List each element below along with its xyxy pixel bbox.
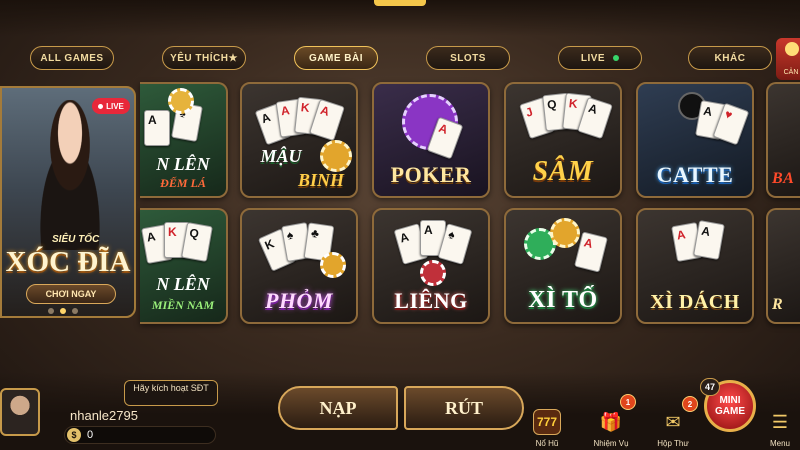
promo-subtitle: SIÊU TỐC: [52, 234, 100, 245]
game-label: MẬU: [260, 146, 302, 166]
game-tile-lieng[interactable]: LIÊNG: [372, 208, 490, 324]
withdraw-button[interactable]: RÚT: [404, 386, 524, 430]
game-tile-phom[interactable]: PHỎM: [240, 208, 358, 324]
side-tab[interactable]: CẢN: [776, 38, 800, 80]
tab-label: ALL GAMES: [40, 52, 104, 64]
mini-game-label: GAME: [715, 406, 745, 417]
mailbox-badge: 2: [682, 396, 698, 412]
game-label: CATTE: [656, 162, 734, 187]
game-tile-mau-binh[interactable]: MẬU BINH: [240, 82, 358, 198]
mini-game-label: MINI: [719, 395, 741, 406]
tab-all-games[interactable]: ALL GAMES: [30, 46, 114, 70]
tab-other[interactable]: KHÁC: [688, 46, 772, 70]
activate-phone-button[interactable]: Hãy kích hoạt SĐT: [124, 380, 218, 406]
game-tile-partial[interactable]: BA: [766, 82, 800, 198]
game-label: LIÊNG: [394, 288, 468, 313]
carousel-dots: [48, 308, 78, 314]
nav-label: Nhiệm Vụ: [593, 439, 629, 448]
promo-title: XÓC ĐĨA: [5, 246, 131, 278]
live-indicator-icon: [613, 55, 620, 61]
game-label: PHỎM: [265, 288, 333, 313]
game-tile-catte[interactable]: CATTE: [636, 82, 754, 198]
side-tab-label: CẢN: [783, 69, 799, 76]
tab-label: GAME BÀI: [309, 52, 363, 64]
game-tile-partial[interactable]: R: [766, 208, 800, 324]
card-icon: [181, 222, 213, 262]
deposit-button[interactable]: NẠP: [278, 386, 398, 430]
carousel-dot[interactable]: [48, 308, 54, 314]
game-label: BA: [772, 170, 795, 187]
game-tile-sam[interactable]: SÂM: [504, 82, 622, 198]
mail-icon: ✉: [665, 411, 681, 432]
avatar[interactable]: [0, 388, 40, 436]
missions-badge: 1: [620, 394, 636, 410]
tab-favorites[interactable]: YÊU THÍCH★: [162, 46, 246, 70]
balance-value: 0: [87, 429, 94, 441]
tab-slots[interactable]: SLOTS: [426, 46, 510, 70]
live-badge: LIVE: [92, 98, 130, 114]
game-label: R: [772, 296, 784, 313]
username: nhanle2795: [70, 408, 138, 423]
carousel-dot[interactable]: [60, 308, 66, 314]
card-icon: [144, 110, 170, 146]
jackpot-icon: 777: [533, 409, 561, 435]
promo-banner-xoc-dia[interactable]: LIVE SIÊU TỐC XÓC ĐĨA CHƠI NGAY: [0, 86, 136, 318]
carousel-dot[interactable]: [72, 308, 78, 314]
game-tile-tien-len-mien-nam[interactable]: N LÊN MIỀN NAM: [140, 208, 228, 324]
coin-icon: [550, 218, 580, 248]
tab-label: YÊU THÍCH★: [170, 52, 238, 64]
top-ornament: [374, 0, 426, 6]
coin-icon: [320, 252, 346, 278]
nav-label: Hộp Thư: [657, 439, 689, 448]
chip-icon: [420, 260, 446, 286]
nav-label: Menu: [769, 439, 790, 448]
tab-label: SLOTS: [450, 52, 486, 64]
game-label: N LÊN: [156, 274, 210, 294]
game-label: SÂM: [532, 156, 594, 187]
dealer-image: [24, 100, 116, 250]
mini-game-count: 47: [700, 378, 720, 396]
game-tile-poker[interactable]: POKER: [372, 82, 490, 198]
tab-label: KHÁC: [714, 52, 746, 64]
game-label-sub: ĐẾM LÁ: [160, 176, 206, 190]
tab-live[interactable]: LIVE: [558, 46, 642, 70]
nav-menu[interactable]: ☰ Menu: [758, 402, 800, 450]
game-tile-xi-to[interactable]: XÌ TỐ: [504, 208, 622, 324]
nav-label: Nổ Hũ: [535, 439, 559, 448]
game-label-sub: MIỀN NAM: [151, 298, 215, 312]
game-label: N LÊN: [156, 154, 210, 174]
menu-icon: ☰: [771, 411, 789, 432]
game-tile-tien-len-dem-la[interactable]: N LÊN ĐẾM LÁ: [140, 82, 228, 198]
coin-icon: $: [67, 428, 81, 442]
tab-card-games[interactable]: GAME BÀI: [294, 46, 378, 70]
game-label: XÌ TỐ: [528, 287, 598, 313]
chip-icon: [168, 88, 194, 114]
badge-icon: [785, 42, 799, 56]
card-icon: [693, 220, 725, 260]
gift-icon: 🎁: [599, 411, 623, 432]
game-tile-xi-dach[interactable]: XÌ DÁCH: [636, 208, 754, 324]
game-label-sub: BINH: [297, 170, 344, 190]
nav-jackpot[interactable]: 777 Nổ Hũ: [522, 402, 572, 450]
category-tabs: ALL GAMES YÊU THÍCH★ GAME BÀI SLOTS LIVE…: [0, 46, 800, 72]
play-now-button[interactable]: CHƠI NGAY: [26, 284, 116, 304]
game-label: XÌ DÁCH: [650, 291, 740, 313]
game-label: POKER: [390, 162, 472, 187]
balance-display: $ 0: [64, 426, 216, 444]
tab-label: LIVE: [580, 52, 606, 64]
